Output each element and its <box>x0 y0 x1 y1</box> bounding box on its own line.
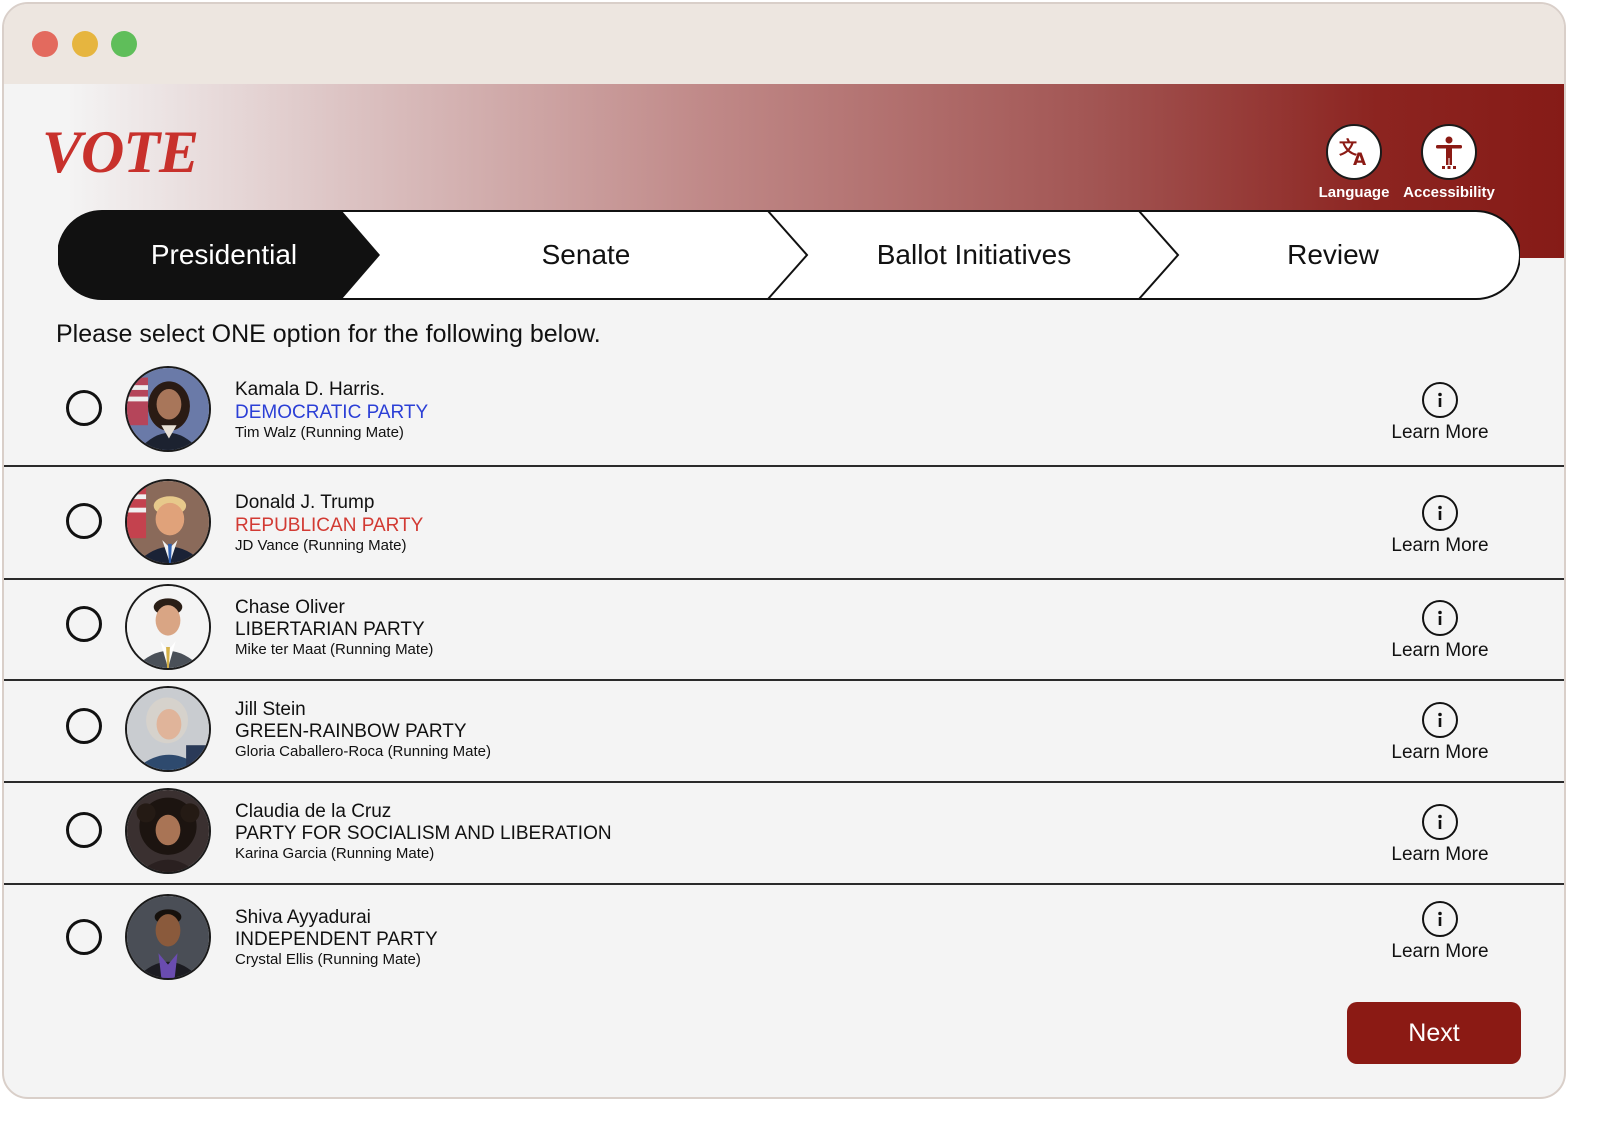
app-window: VOTE 文 A Language Accessibility Presiden… <box>2 2 1566 1099</box>
candidate-photo <box>125 584 211 670</box>
maximize-window-button[interactable] <box>111 31 137 57</box>
candidate-photo <box>125 788 211 874</box>
candidate-name: Chase Oliver <box>235 597 345 618</box>
candidate-party: LIBERTARIAN PARTY <box>235 619 425 640</box>
candidate-running-mate: Mike ter Maat (Running Mate) <box>235 641 434 658</box>
row-divider <box>4 465 1564 467</box>
candidate-running-mate: Karina Garcia (Running Mate) <box>235 845 435 862</box>
candidate-row-stein: Jill Stein GREEN-RAINBOW PARTY Gloria Ca… <box>4 684 1564 784</box>
accessibility-label: Accessibility <box>1403 184 1495 201</box>
instruction-text: Please select ONE option for the followi… <box>56 320 601 348</box>
candidate-radio[interactable] <box>66 606 102 642</box>
candidate-row-trump: Donald J. Trump REPUBLICAN PARTY JD Vanc… <box>4 477 1564 581</box>
candidate-party: INDEPENDENT PARTY <box>235 929 438 950</box>
learn-more-button[interactable]: Learn More <box>1384 495 1496 557</box>
candidate-running-mate: Crystal Ellis (Running Mate) <box>235 951 421 968</box>
learn-more-button[interactable]: Learn More <box>1384 600 1496 662</box>
candidate-radio[interactable] <box>66 708 102 744</box>
language-label: Language <box>1318 184 1390 201</box>
candidate-name: Claudia de la Cruz <box>235 801 392 822</box>
row-divider <box>4 781 1564 783</box>
learn-more-label: Learn More <box>1391 844 1489 865</box>
candidate-photo <box>125 366 211 452</box>
candidate-name: Donald J. Trump <box>235 492 375 513</box>
svg-text:A: A <box>1353 150 1367 170</box>
learn-more-button[interactable]: Learn More <box>1384 382 1496 444</box>
candidate-row-oliver: Chase Oliver LIBERTARIAN PARTY Mike ter … <box>4 582 1564 682</box>
translate-icon: 文 A <box>1326 124 1382 180</box>
step-progress-bar: Presidential Senate Ballot Initiatives R… <box>58 210 1520 300</box>
candidate-row-ayyadurai: Shiva Ayyadurai INDEPENDENT PARTY Crysta… <box>4 892 1564 992</box>
tab-review-label: Review <box>1287 239 1379 270</box>
candidate-radio[interactable] <box>66 390 102 426</box>
learn-more-label: Learn More <box>1391 742 1489 763</box>
info-icon <box>1422 382 1458 418</box>
accessibility-button[interactable]: Accessibility <box>1401 124 1497 201</box>
next-button-label: Next <box>1408 1018 1460 1047</box>
candidate-photo <box>125 894 211 980</box>
candidate-party: REPUBLICAN PARTY <box>235 515 424 536</box>
tab-ballot-initiatives[interactable]: Ballot Initiatives <box>818 210 1130 300</box>
tab-presidential-label: Presidential <box>150 239 298 270</box>
candidate-radio[interactable] <box>66 812 102 848</box>
learn-more-label: Learn More <box>1391 422 1489 443</box>
learn-more-button[interactable]: Learn More <box>1384 901 1496 963</box>
candidate-party: GREEN-RAINBOW PARTY <box>235 721 467 742</box>
learn-more-label: Learn More <box>1391 535 1489 556</box>
candidate-row-harris: Kamala D. Harris. DEMOCRATIC PARTY Tim W… <box>4 364 1564 468</box>
candidate-name: Shiva Ayyadurai <box>235 907 371 928</box>
candidate-running-mate: Tim Walz (Running Mate) <box>235 424 404 441</box>
tab-review[interactable]: Review <box>1188 210 1478 300</box>
row-divider <box>4 578 1564 580</box>
candidate-party: PARTY FOR SOCIALISM AND LIBERATION <box>235 823 612 844</box>
title-bar <box>4 4 1564 84</box>
accessibility-icon <box>1421 124 1477 180</box>
info-icon <box>1422 901 1458 937</box>
tab-senate-label: Senate <box>541 239 631 270</box>
info-icon <box>1422 804 1458 840</box>
candidate-running-mate: JD Vance (Running Mate) <box>235 537 407 554</box>
candidate-photo <box>125 479 211 565</box>
candidate-name: Kamala D. Harris. <box>235 379 385 400</box>
close-window-button[interactable] <box>32 31 58 57</box>
minimize-window-button[interactable] <box>72 31 98 57</box>
app-logo: VOTE <box>42 119 199 185</box>
next-button[interactable]: Next <box>1347 1002 1521 1064</box>
language-button[interactable]: 文 A Language <box>1306 124 1402 201</box>
tab-presidential[interactable]: Presidential <box>102 210 346 300</box>
tab-ballot-initiatives-label: Ballot Initiatives <box>876 239 1072 270</box>
candidate-name: Jill Stein <box>235 699 306 720</box>
candidate-running-mate: Gloria Caballero-Roca (Running Mate) <box>235 743 491 760</box>
candidate-photo <box>125 686 211 772</box>
row-divider <box>4 679 1564 681</box>
candidate-radio[interactable] <box>66 919 102 955</box>
candidate-party: DEMOCRATIC PARTY <box>235 402 429 423</box>
info-icon <box>1422 702 1458 738</box>
tab-senate[interactable]: Senate <box>388 210 784 300</box>
info-icon <box>1422 600 1458 636</box>
learn-more-label: Learn More <box>1391 640 1489 661</box>
info-icon <box>1422 495 1458 531</box>
learn-more-button[interactable]: Learn More <box>1384 702 1496 764</box>
candidate-radio[interactable] <box>66 503 102 539</box>
learn-more-button[interactable]: Learn More <box>1384 804 1496 866</box>
learn-more-label: Learn More <box>1391 941 1489 962</box>
row-divider <box>4 883 1564 885</box>
candidate-row-de-la-cruz: Claudia de la Cruz PARTY FOR SOCIALISM A… <box>4 786 1564 886</box>
